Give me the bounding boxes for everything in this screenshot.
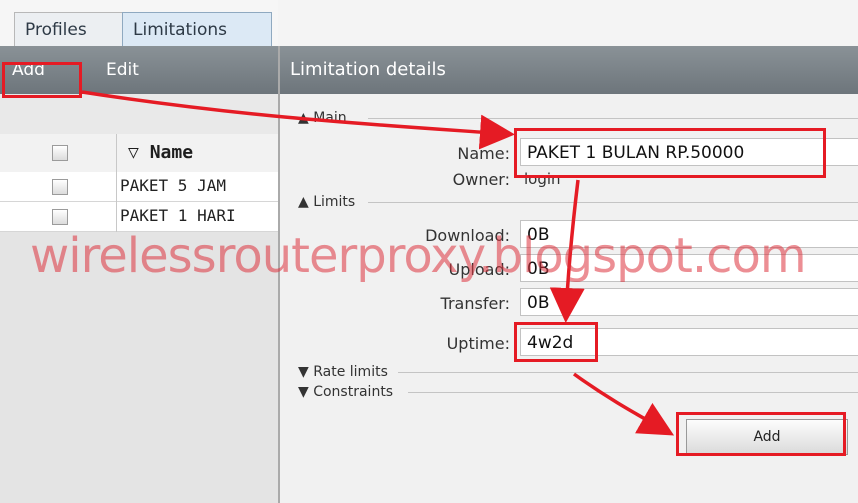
arrow-uptime-to-add <box>572 372 675 436</box>
watermark-text: wirelessrouterproxy.blogspot.com <box>30 228 807 284</box>
arrow-add-to-name <box>81 90 515 150</box>
